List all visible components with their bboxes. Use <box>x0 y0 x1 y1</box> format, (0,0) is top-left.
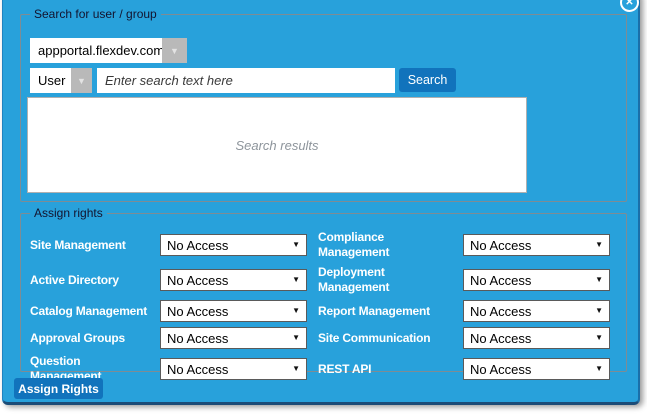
question-management-select-value: No Access <box>167 362 228 377</box>
assign-rights-groupbox-title: Assign rights <box>30 206 107 221</box>
catalog-management-select-value: No Access <box>167 304 228 319</box>
chevron-down-icon: ▼ <box>595 241 603 249</box>
chevron-down-icon: ▼ <box>595 307 603 315</box>
search-results-placeholder: Search results <box>235 138 318 153</box>
approval-groups-label: Approval Groups <box>30 331 160 346</box>
chevron-down-icon: ▼ <box>292 276 300 284</box>
deployment-management-select[interactable]: No Access ▼ <box>463 269 610 291</box>
search-input[interactable] <box>97 68 395 93</box>
chevron-down-icon: ▼ <box>292 307 300 315</box>
rights-row: Site Management No Access ▼ Compliance M… <box>30 230 610 260</box>
site-communication-label: Site Communication <box>307 331 463 346</box>
site-management-select-value: No Access <box>167 238 228 253</box>
site-communication-select[interactable]: No Access ▼ <box>463 327 610 349</box>
approval-groups-select[interactable]: No Access ▼ <box>160 327 307 349</box>
rights-row: Active Directory No Access ▼ Deployment … <box>30 265 610 295</box>
active-directory-label: Active Directory <box>30 273 160 288</box>
close-icon[interactable]: ✕ <box>620 0 639 12</box>
compliance-management-label: Compliance Management <box>307 230 463 260</box>
report-management-select-value: No Access <box>470 304 531 319</box>
catalog-management-label: Catalog Management <box>30 304 160 319</box>
question-management-select[interactable]: No Access ▼ <box>160 358 307 380</box>
compliance-management-select-value: No Access <box>470 238 531 253</box>
domain-dropdown[interactable]: appportal.flexdev.com ▼ <box>30 38 187 63</box>
deployment-management-label: Deployment Management <box>307 265 463 295</box>
chevron-down-icon: ▼ <box>595 365 603 373</box>
rights-row: Catalog Management No Access ▼ Report Ma… <box>30 300 610 322</box>
chevron-down-icon: ▼ <box>595 334 603 342</box>
close-icon-glyph: ✕ <box>625 0 633 8</box>
domain-dropdown-value: appportal.flexdev.com <box>30 38 162 63</box>
report-management-label: Report Management <box>307 304 463 319</box>
assign-rights-button[interactable]: Assign Rights <box>14 378 103 399</box>
compliance-management-select[interactable]: No Access ▼ <box>463 234 610 256</box>
report-management-select[interactable]: No Access ▼ <box>463 300 610 322</box>
rest-api-label: REST API <box>307 362 463 377</box>
rest-api-select-value: No Access <box>470 362 531 377</box>
rights-rows: Site Management No Access ▼ Compliance M… <box>30 230 610 389</box>
deployment-management-select-value: No Access <box>470 273 531 288</box>
rights-row: Question Management No Access ▼ REST API… <box>30 354 610 384</box>
chevron-down-icon: ▼ <box>595 276 603 284</box>
chevron-down-icon[interactable]: ▼ <box>162 38 187 63</box>
active-directory-select[interactable]: No Access ▼ <box>160 269 307 291</box>
search-button[interactable]: Search <box>399 68 456 92</box>
catalog-management-select[interactable]: No Access ▼ <box>160 300 307 322</box>
active-directory-select-value: No Access <box>167 273 228 288</box>
site-management-label: Site Management <box>30 238 160 253</box>
site-management-select[interactable]: No Access ▼ <box>160 234 307 256</box>
chevron-down-icon: ▼ <box>292 241 300 249</box>
assign-rights-dialog: ✕ Search for user / group appportal.flex… <box>2 0 640 405</box>
search-results-list[interactable]: Search results <box>27 97 527 193</box>
chevron-down-icon[interactable]: ▼ <box>71 68 92 93</box>
site-communication-select-value: No Access <box>470 331 531 346</box>
chevron-down-icon: ▼ <box>292 334 300 342</box>
search-type-dropdown-value: User <box>30 68 71 93</box>
approval-groups-select-value: No Access <box>167 331 228 346</box>
chevron-down-icon: ▼ <box>292 365 300 373</box>
rest-api-select[interactable]: No Access ▼ <box>463 358 610 380</box>
rights-row: Approval Groups No Access ▼ Site Communi… <box>30 327 610 349</box>
search-type-dropdown[interactable]: User ▼ <box>30 68 92 93</box>
search-groupbox-title: Search for user / group <box>30 7 161 22</box>
